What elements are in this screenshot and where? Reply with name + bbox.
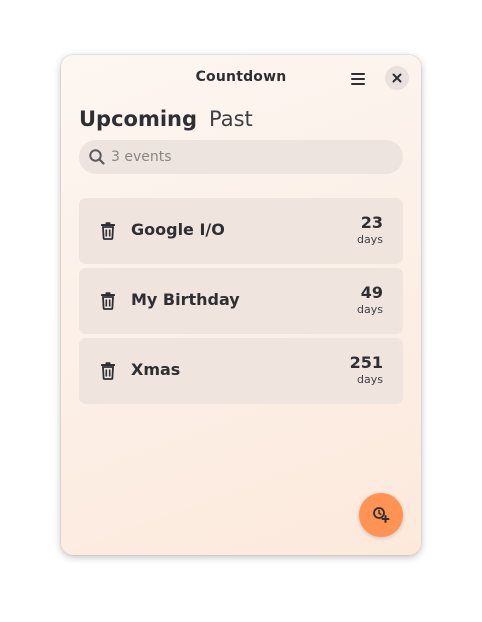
view-tabs: Upcoming Past (79, 107, 265, 137)
search-icon (88, 148, 106, 166)
days-unit: days (357, 233, 383, 246)
event-list: Google I/O 23 days My Birthday 49 days X… (79, 198, 403, 408)
header-bar: Countdown (61, 55, 421, 101)
countdown-value: 23 days (323, 213, 383, 247)
close-icon (392, 73, 402, 83)
search-input[interactable] (111, 149, 391, 165)
days-unit: days (357, 303, 383, 316)
event-name: Google I/O (131, 220, 225, 239)
delete-event-button[interactable] (99, 221, 117, 241)
delete-event-button[interactable] (99, 291, 117, 311)
add-event-button[interactable] (359, 493, 403, 537)
trash-icon (101, 362, 115, 380)
countdown-window: Countdown Upcoming Past 3 events Google … (61, 55, 421, 555)
event-name: My Birthday (131, 290, 240, 309)
event-row-google-io[interactable]: Google I/O 23 days (79, 198, 403, 264)
tab-upcoming[interactable]: Upcoming (79, 107, 197, 131)
event-row-my-birthday[interactable]: My Birthday 49 days (79, 268, 403, 334)
event-name: Xmas (131, 360, 181, 379)
add-event-icon (373, 507, 390, 523)
countdown-value: 251 days (323, 353, 383, 387)
days-count: 23 (360, 213, 383, 232)
tab-past[interactable]: Past (209, 107, 253, 131)
event-row-xmas[interactable]: Xmas 251 days (79, 338, 403, 404)
hamburger-menu-icon (351, 73, 365, 85)
search-bar[interactable] (79, 140, 403, 174)
delete-event-button[interactable] (99, 361, 117, 381)
main-menu-button[interactable] (346, 67, 370, 91)
days-count: 251 (349, 353, 383, 372)
countdown-value: 49 days (323, 283, 383, 317)
close-button[interactable] (385, 66, 409, 90)
days-unit: days (357, 373, 383, 386)
trash-icon (101, 222, 115, 240)
trash-icon (101, 292, 115, 310)
days-count: 49 (360, 283, 383, 302)
